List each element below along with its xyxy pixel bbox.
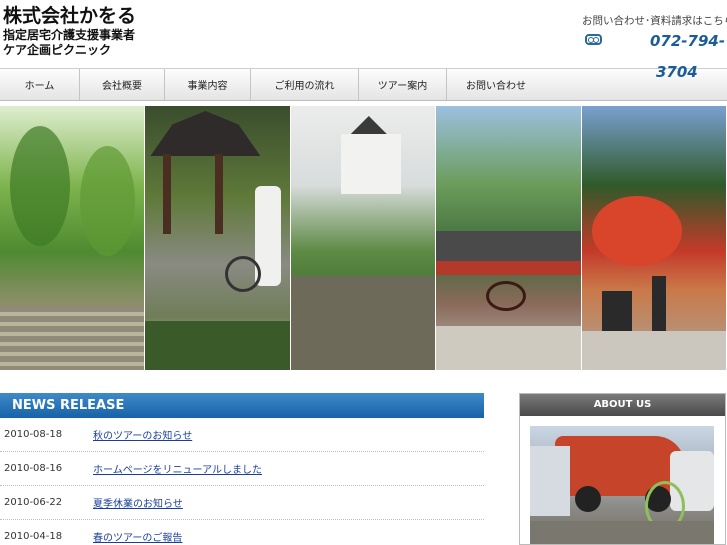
news-list: 2010-08-18 秋のツアーのお知らせ 2010-08-16 ホームページを…	[0, 418, 484, 545]
photo-pavilion-wheelchair	[145, 106, 291, 370]
contact-label: お問い合わせ･資料請求はこちら	[582, 15, 727, 27]
contact-info: お問い合わせ･資料請求はこちら 072-794-	[582, 13, 727, 66]
photo-forest-steps	[0, 106, 146, 370]
news-link[interactable]: 夏季休業のお知らせ	[93, 495, 183, 510]
nav-label: 事業内容	[187, 81, 228, 92]
nav-label: お問い合わせ	[466, 81, 526, 92]
news-date: 2010-08-16	[4, 463, 63, 474]
news-date: 2010-04-18	[4, 531, 63, 542]
news-link[interactable]: 秋のツアーのお知らせ	[93, 427, 192, 442]
nav-item-contact[interactable]: お問い合わせ	[447, 69, 545, 100]
news-link[interactable]: ホームページをリニューアルしました	[93, 461, 262, 476]
news-item: 2010-06-22 夏季休業のお知らせ	[0, 486, 484, 520]
news-item: 2010-04-18 春のツアーのご報告	[0, 520, 484, 545]
about-photo-vehicle	[530, 426, 714, 544]
nav-label: 会社概要	[102, 81, 142, 92]
logo-sub-text-2: ケア企画ピクニック	[3, 43, 112, 57]
logo-sub-text-1: 指定居宅介護支援事業者	[3, 28, 136, 42]
nav-item-company[interactable]: 会社概要	[80, 69, 165, 100]
photo-temple-rickshaw	[436, 106, 582, 370]
photo-castle	[290, 106, 437, 370]
news-date: 2010-08-18	[4, 429, 63, 440]
nav-label: ツアー案内	[377, 81, 428, 92]
news-release-header: NEWS RELEASE	[0, 393, 484, 418]
nav-label: ホーム	[24, 81, 55, 92]
hero-photo-strip	[0, 106, 727, 370]
news-date: 2010-06-22	[4, 497, 63, 508]
phone-number-line2[interactable]: 3704	[656, 63, 698, 81]
about-us-header: ABOUT US	[520, 394, 725, 416]
company-logo[interactable]: 株式会社かをる 指定居宅介護支援事業者 ケア企画ピクニック	[0, 0, 153, 66]
phone-icon	[585, 34, 602, 45]
news-item: 2010-08-16 ホームページをリニューアルしました	[0, 452, 484, 486]
logo-main-text: 株式会社かをる	[3, 5, 137, 27]
news-link[interactable]: 春のツアーのご報告	[93, 529, 182, 544]
nav-item-tours[interactable]: ツアー案内	[359, 69, 447, 100]
nav-item-flow[interactable]: ご利用の流れ	[251, 69, 359, 100]
nav-item-home[interactable]: ホーム	[0, 69, 80, 100]
nav-label: ご利用の流れ	[274, 81, 335, 92]
news-item: 2010-08-18 秋のツアーのお知らせ	[0, 418, 484, 452]
main-nav: ホーム 会社概要 事業内容 ご利用の流れ ツアー案内 お問い合わせ	[0, 68, 727, 101]
site-header: 株式会社かをる 指定居宅介護支援事業者 ケア企画ピクニック お問い合わせ･資料請…	[0, 0, 727, 66]
nav-item-services[interactable]: 事業内容	[165, 69, 251, 100]
photo-autumn-walk	[581, 106, 727, 370]
phone-number-line1[interactable]: 072-794-	[650, 32, 725, 50]
about-us-box: ABOUT US	[519, 393, 726, 545]
